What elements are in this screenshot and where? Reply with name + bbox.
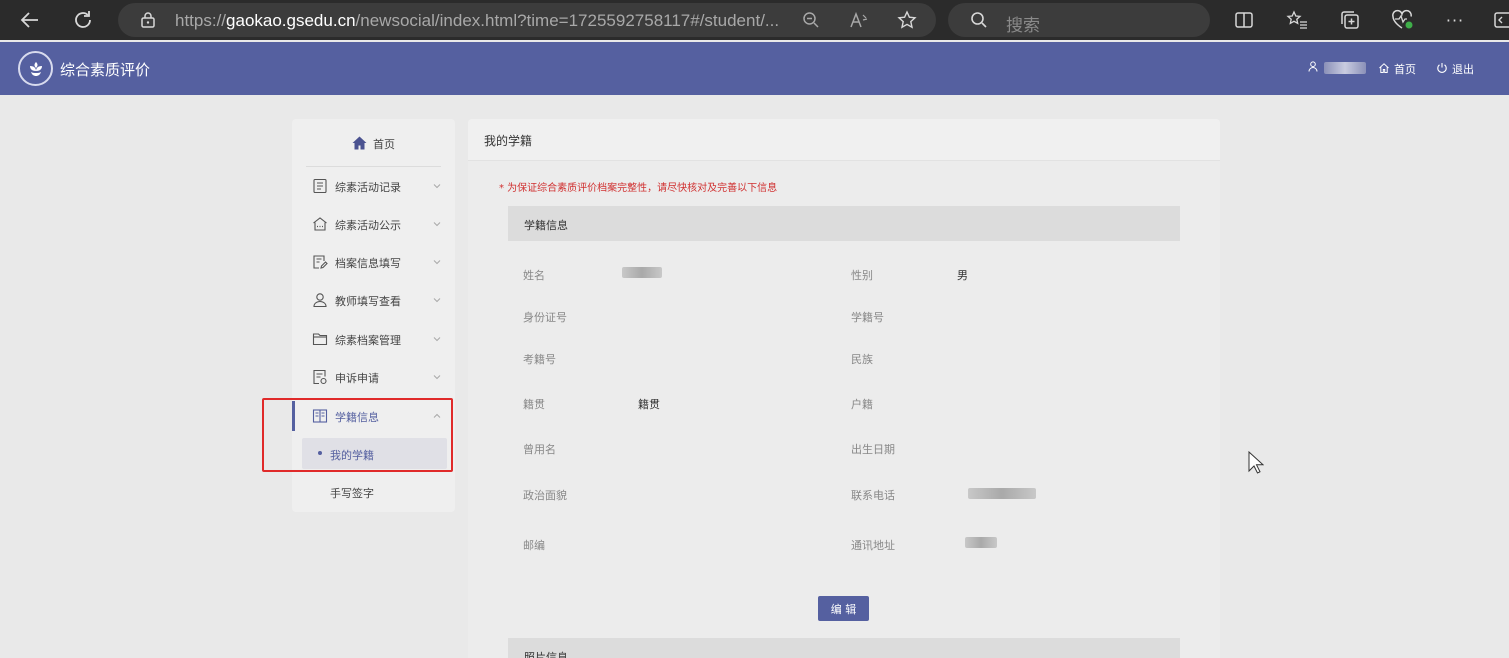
folder-icon [312, 331, 328, 347]
page-title: 我的学籍 [484, 134, 533, 148]
ethnicity-label: 民族 [851, 353, 873, 366]
sidebar-divider [306, 166, 441, 167]
chevron-down-icon [432, 295, 442, 305]
more-menu-icon[interactable]: ··· [1443, 8, 1467, 32]
student-no-label: 学籍号 [851, 311, 884, 324]
main-header: 我的学籍 [468, 119, 1220, 161]
user-icon [312, 292, 328, 308]
zoom-out-icon[interactable] [800, 9, 822, 31]
phone-label: 联系电话 [851, 489, 895, 502]
sidebar-item-appeal[interactable]: 申诉申请 [292, 362, 455, 392]
app-title: 综合素质评价 [60, 61, 151, 79]
app-logo-icon [18, 51, 53, 86]
notice-text: * 为保证综合素质评价档案完整性，请尽快核对及完善以下信息 [499, 183, 778, 194]
url-text[interactable]: https://gaokao.gsedu.cn/newsocial/index.… [175, 11, 779, 31]
home-outline-icon [1378, 62, 1390, 77]
exam-no-label: 考籍号 [523, 353, 556, 366]
edit-button[interactable]: 编 辑 [818, 596, 869, 621]
sidebar-item-archive-manage[interactable]: 综素档案管理 [292, 324, 455, 354]
sidebar-item-activity-record[interactable]: 综素活动记录 [292, 171, 455, 201]
main-panel: 我的学籍 * 为保证综合素质评价档案完整性，请尽快核对及完善以下信息 学籍信息 … [468, 119, 1220, 658]
chevron-down-icon [432, 181, 442, 191]
header-home-link[interactable]: 首页 [1378, 61, 1416, 77]
chevron-down-icon [432, 257, 442, 267]
back-arrow-icon[interactable] [16, 6, 44, 34]
section-header-photo: 照片信息 [508, 638, 1180, 658]
edit-doc-icon [312, 254, 328, 270]
address-bar[interactable]: https://gaokao.gsedu.cn/newsocial/index.… [118, 3, 936, 37]
sidebar-subitem-signature[interactable]: 手写签字 [330, 485, 374, 501]
sidebar-item-archive-fill[interactable]: 档案信息填写 [292, 247, 455, 277]
app-header: 综合素质评价 首页 退出 [0, 42, 1509, 95]
search-placeholder: 搜索 [1006, 16, 1040, 36]
header-logout-link[interactable]: 退出 [1436, 61, 1474, 77]
building-icon [312, 216, 328, 232]
favorites-list-icon[interactable] [1285, 8, 1309, 32]
gender-label: 性别 [851, 269, 873, 282]
id-label: 身份证号 [523, 311, 567, 324]
refresh-icon[interactable] [69, 6, 97, 34]
sidebar-item-activity-notice[interactable]: 综素活动公示 [292, 209, 455, 239]
birth-label: 出生日期 [851, 443, 895, 456]
lock-icon[interactable] [137, 9, 159, 31]
split-screen-icon[interactable] [1232, 8, 1256, 32]
name-value-blurred [622, 267, 662, 278]
chevron-down-icon [432, 219, 442, 229]
home-icon [352, 136, 367, 153]
favorite-star-icon[interactable] [896, 9, 918, 31]
address-label: 通讯地址 [851, 539, 895, 552]
browser-search-box[interactable]: 搜索 [948, 3, 1210, 37]
power-icon [1436, 62, 1448, 77]
read-aloud-icon[interactable] [848, 9, 870, 31]
native-value: 籍贯 [638, 398, 660, 411]
user-info[interactable] [1308, 61, 1366, 75]
mouse-cursor-icon [1248, 450, 1265, 479]
name-label: 姓名 [523, 269, 545, 282]
gender-value: 男 [957, 269, 968, 282]
user-name-blurred [1324, 62, 1366, 74]
phone-value-blurred [968, 488, 1036, 499]
chevron-down-icon [432, 372, 442, 382]
alias-label: 曾用名 [523, 443, 556, 456]
native-label: 籍贯 [523, 398, 545, 411]
browser-toolbar: https://gaokao.gsedu.cn/newsocial/index.… [0, 0, 1509, 40]
highlight-box [262, 398, 453, 472]
sidebar-toggle-icon[interactable] [1491, 8, 1509, 32]
postal-label: 邮编 [523, 539, 545, 552]
collections-icon[interactable] [1338, 8, 1362, 32]
household-label: 户籍 [851, 398, 873, 411]
address-value-blurred [965, 537, 997, 548]
chevron-down-icon [432, 334, 442, 344]
document-list-icon [312, 178, 328, 194]
search-icon [968, 9, 990, 31]
sidebar-home[interactable]: 首页 [292, 133, 455, 155]
appeal-doc-icon [312, 369, 328, 385]
browser-essentials-icon[interactable] [1391, 8, 1415, 32]
political-label: 政治面貌 [523, 489, 567, 502]
sidebar-item-teacher-view[interactable]: 教师填写查看 [292, 285, 455, 315]
user-icon [1308, 61, 1318, 75]
section-header-status: 学籍信息 [508, 206, 1180, 241]
